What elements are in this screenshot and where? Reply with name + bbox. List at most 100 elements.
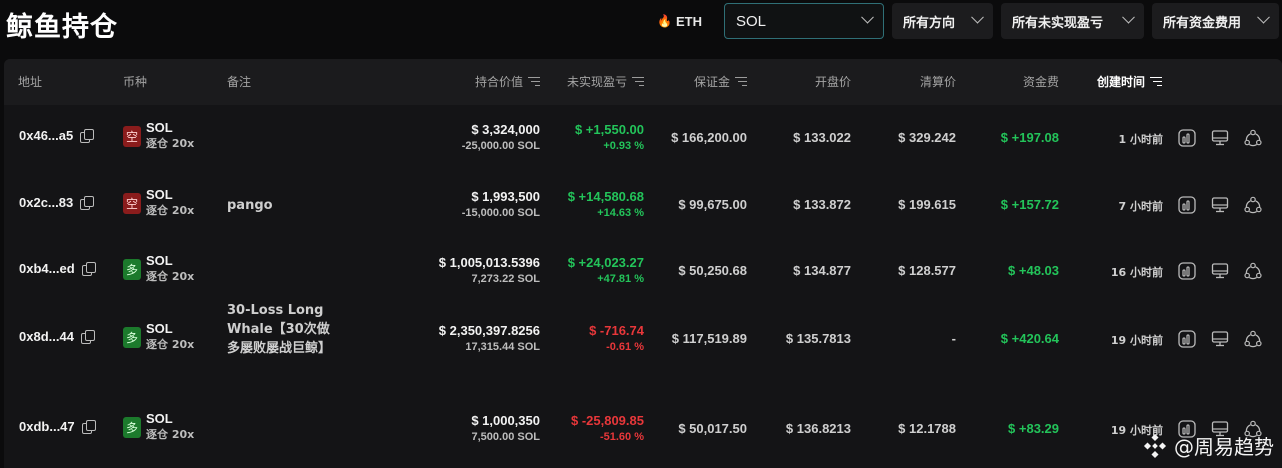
table-row[interactable]: 0x46...a5 空 SOL 逐仓 20x $ 3,324,000 -25,000.00… [4, 118, 1282, 158]
header-upnl[interactable]: 未实现盈亏 [567, 59, 644, 105]
header-margin[interactable]: 保证金 [694, 59, 747, 105]
address-text[interactable]: 0xdb...47 [19, 419, 75, 434]
copy-icon[interactable] [80, 330, 95, 344]
pnl-cell: $ +24,023.27 +47.81 % [568, 254, 644, 288]
monitor-icon[interactable] [1211, 262, 1229, 280]
share-icon[interactable] [1244, 330, 1262, 348]
position-size: 7,273.22 SOL [471, 273, 541, 285]
value-cell: $ 1,005,013.5396 7,273.22 SOL [439, 254, 540, 288]
row-actions [1178, 196, 1262, 214]
header-margin-label: 保证金 [693, 75, 730, 89]
side-badge: 多 [123, 416, 141, 438]
leverage-text: 逐仓 20x [146, 338, 195, 351]
position-value: $ 3,324,000 [471, 122, 540, 137]
header-value[interactable]: 持合价值 [475, 59, 540, 105]
pnl-value: $ -25,809.85 [570, 413, 644, 428]
funding-select[interactable]: 所有资金费用 [1152, 3, 1279, 39]
copy-icon[interactable] [80, 196, 95, 210]
funding-cell: $ +420.64 [1000, 331, 1059, 346]
row-actions [1178, 262, 1262, 280]
table-row[interactable]: 0x2c...83 空 SOL 逐仓 20x pango $ 1,993,500 -15,0… [4, 185, 1282, 225]
symbol-name: SOL [146, 321, 173, 336]
symbol-name: SOL [146, 411, 173, 426]
funding-cell: $ +157.72 [1000, 197, 1059, 212]
watermark: @周易趋势 [1142, 431, 1274, 460]
symbol-name: SOL [146, 187, 173, 202]
pnl-select[interactable]: 所有未实现盈亏 [1001, 3, 1144, 39]
position-size: 17,315.44 SOL [465, 341, 540, 353]
liq-price-cell: - [951, 331, 956, 346]
value-cell: $ 2,350,397.8256 17,315.44 SOL [439, 322, 540, 356]
address-cell[interactable]: 0x46...a5 [19, 128, 95, 143]
side-badge: 空 [123, 192, 141, 214]
address-text[interactable]: 0x8d...44 [19, 329, 74, 344]
page-title: 鲸鱼持仓 [6, 12, 118, 43]
table-row[interactable]: 0x8d...44 多 SOL 逐仓 20x 30-Loss Long Whale【30… [4, 303, 1282, 359]
fire-icon: 🔥 [657, 14, 672, 28]
symbol-name: SOL [146, 120, 173, 135]
share-icon[interactable] [1244, 129, 1262, 147]
address-cell[interactable]: 0xb4...ed [19, 261, 96, 276]
symbol-cell: 空 SOL 逐仓 20x [123, 187, 194, 219]
share-icon[interactable] [1244, 196, 1262, 214]
liq-price-cell: $ 128.577 [898, 263, 956, 278]
address-text[interactable]: 0x2c...83 [19, 195, 73, 210]
symbol-cell: 多 SOL 逐仓 20x [123, 411, 194, 443]
open-price-cell: $ 135.7813 [785, 331, 851, 346]
address-text[interactable]: 0x46...a5 [19, 128, 73, 143]
chart-icon[interactable] [1178, 262, 1196, 280]
chart-icon[interactable] [1178, 196, 1196, 214]
funding-cell: $ +83.29 [1008, 421, 1059, 436]
table-row[interactable]: 0xdb...47 多 SOL 逐仓 20x $ 1,000,350 7,500.00 S… [4, 409, 1282, 449]
symbol-select[interactable]: SOL [724, 3, 884, 39]
side-badge: 多 [123, 326, 141, 348]
created-cell: 7 小时前 [1118, 200, 1163, 213]
position-size: -15,000.00 SOL [461, 207, 540, 219]
position-value: $ 1,005,013.5396 [438, 255, 540, 270]
sort-icon [632, 77, 644, 87]
pnl-select-label: 所有未实现盈亏 [1012, 15, 1104, 31]
funding-select-label: 所有资金费用 [1163, 15, 1242, 31]
direction-select[interactable]: 所有方向 [892, 3, 993, 39]
chart-icon[interactable] [1178, 129, 1196, 147]
monitor-icon[interactable] [1211, 196, 1229, 214]
address-cell[interactable]: 0xdb...47 [19, 419, 96, 434]
filter-bar: 🔥 ETH SOL 所有方向 所有未实现盈亏 所有资金费用 [657, 3, 1279, 39]
pnl-cell: $ -25,809.85 -51.60 % [571, 412, 644, 446]
header-value-label: 持合价值 [474, 75, 523, 89]
monitor-icon[interactable] [1211, 330, 1229, 348]
leverage-text: 逐仓 20x [146, 137, 195, 150]
leverage-text: 逐仓 20x [146, 428, 195, 441]
pnl-percent: +47.81 % [597, 273, 644, 285]
copy-icon[interactable] [80, 129, 95, 143]
pnl-value: $ -716.74 [589, 323, 644, 338]
pnl-percent: +14.63 % [597, 207, 644, 219]
monitor-icon[interactable] [1211, 129, 1229, 147]
header-symbol: 币种 [123, 75, 148, 89]
share-icon[interactable] [1244, 262, 1262, 280]
eth-label: ETH [676, 13, 702, 29]
open-price-cell: $ 133.022 [793, 130, 851, 145]
value-cell: $ 1,000,350 7,500.00 SOL [471, 412, 540, 446]
address-text[interactable]: 0xb4...ed [19, 261, 75, 276]
header-address: 地址 [18, 75, 43, 89]
header-note: 备注 [227, 75, 252, 89]
header-created[interactable]: 创建时间 [1097, 59, 1163, 105]
table-row[interactable]: 0xb4...ed 多 SOL 逐仓 20x $ 1,005,013.5396 7,273… [4, 251, 1282, 291]
note-cell: pango [227, 198, 273, 213]
funding-cell: $ +197.08 [1000, 130, 1059, 145]
chevron-down-icon [861, 10, 874, 24]
pnl-percent: -51.60 % [599, 431, 644, 443]
side-badge: 多 [123, 258, 141, 280]
funding-cell: $ +48.03 [1008, 263, 1059, 278]
symbol-cell: 空 SOL 逐仓 20x [123, 120, 194, 152]
copy-icon[interactable] [81, 262, 96, 276]
address-cell[interactable]: 0x2c...83 [19, 195, 95, 210]
copy-icon[interactable] [81, 420, 96, 434]
chart-icon[interactable] [1178, 330, 1196, 348]
leverage-text: 逐仓 20x [146, 204, 195, 217]
header-liq-price: 清算价 [919, 75, 956, 89]
pnl-value: $ +24,023.27 [567, 255, 644, 270]
address-cell[interactable]: 0x8d...44 [19, 329, 95, 344]
eth-filter-chip[interactable]: 🔥 ETH [657, 14, 702, 29]
